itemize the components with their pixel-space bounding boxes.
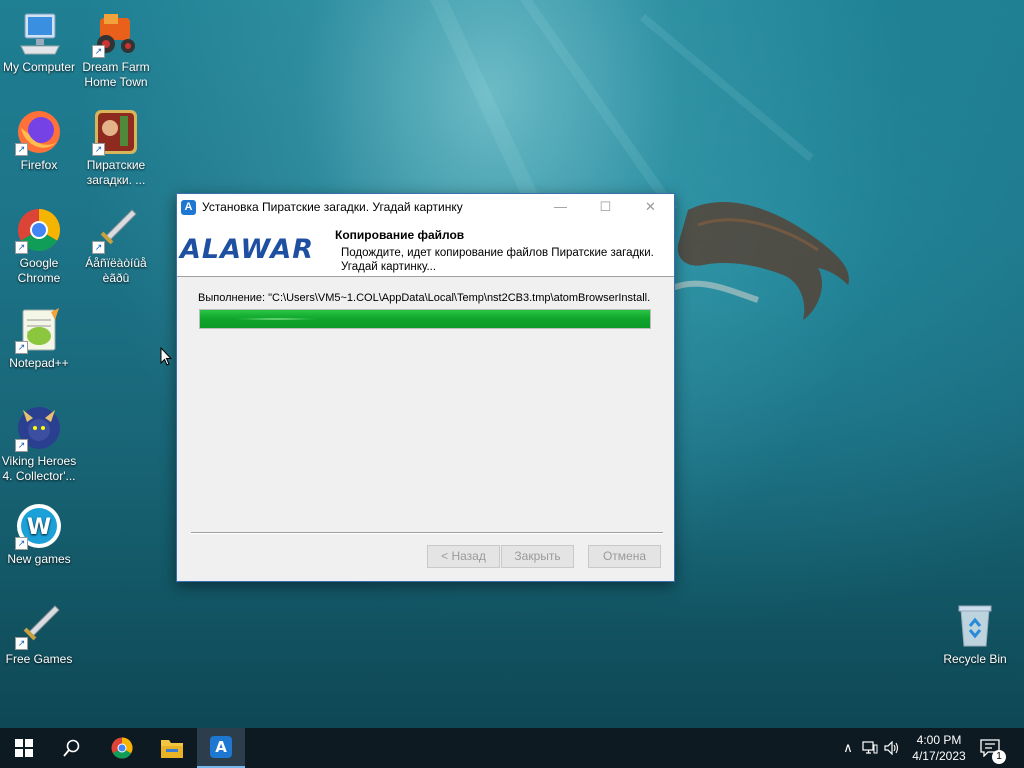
sword-icon: ↗ [92, 206, 140, 254]
taskbar: A ∧ 4:00 PM 4/17/2023 1 [0, 728, 1024, 768]
light-ray [640, 13, 814, 162]
recycle-bin-icon [951, 602, 999, 650]
shortcut-arrow-icon: ↗ [92, 143, 105, 156]
desktop-icon-label: Google Chrome [17, 256, 61, 285]
desktop-icon-label: New games [7, 552, 71, 566]
clock-time: 4:00 PM [916, 733, 962, 747]
clock[interactable]: 4:00 PM 4/17/2023 [906, 728, 972, 768]
installer-header: ALAWAR Копирование файлов Подождите, иде… [177, 220, 674, 277]
desktop-icon-my-computer[interactable]: My Computer [0, 10, 78, 75]
minimize-button[interactable]: — [538, 194, 583, 220]
desktop-icon-notepadpp[interactable]: ↗ Notepad++ [0, 306, 78, 371]
taskbar-file-explorer-button[interactable] [148, 728, 196, 768]
shortcut-arrow-icon: ↗ [15, 537, 28, 550]
window-title: Установка Пиратские загадки. Угадай карт… [202, 200, 463, 214]
search-button[interactable] [48, 728, 96, 768]
desktop-icon-label: Recycle Bin [943, 652, 1007, 666]
chrome-icon [111, 737, 133, 759]
cancel-button[interactable]: Отмена [588, 545, 661, 568]
file-explorer-icon [161, 740, 183, 758]
search-icon [63, 739, 80, 757]
shortcut-arrow-icon: ↗ [92, 241, 105, 254]
desktop-icon-label: Пиратские загадки. ... [86, 158, 146, 187]
taskbar-chrome-button[interactable] [98, 728, 146, 768]
step-title: Копирование файлов [335, 228, 465, 242]
progress-bar [199, 309, 651, 329]
desktop-icon-free-games-ru[interactable]: ↗ Áåñïëàòíûå èãðû [77, 206, 155, 286]
installer-window[interactable]: A Установка Пиратские загадки. Угадай ка… [176, 193, 675, 582]
game-tractor-icon: ↗ [92, 10, 140, 58]
notepadpp-icon: ↗ [15, 306, 63, 354]
game-pirate-icon: ↗ [92, 108, 140, 156]
status-text: Выполнение: "C:\Users\VM5~1.COL\AppData\… [198, 292, 650, 304]
shortcut-arrow-icon: ↗ [15, 439, 28, 452]
start-icon [15, 739, 33, 757]
desktop-icon-label: Dream Farm Home Town [82, 60, 150, 89]
desktop-icon-free-games[interactable]: ↗ Free Games [0, 602, 78, 667]
taskbar-installer-button[interactable]: A [197, 728, 245, 768]
desktop-icon-google-chrome[interactable]: ↗ Google Chrome [0, 206, 78, 286]
progress-fill [200, 310, 650, 328]
button-separator [191, 532, 663, 534]
wgames-icon: W ↗ [15, 502, 63, 550]
shortcut-arrow-icon: ↗ [15, 241, 28, 254]
back-button[interactable]: < Назад [427, 545, 500, 568]
alawar-installer-icon: A [210, 736, 232, 758]
notification-center-button[interactable]: 1 [980, 728, 1010, 768]
notification-count-badge: 1 [992, 750, 1006, 764]
desktop-icon-new-games[interactable]: W ↗ New games [0, 502, 78, 567]
window-titlebar[interactable]: A Установка Пиратские загадки. Угадай ка… [177, 194, 674, 220]
step-subtitle: Подождите, идет копирование файлов Пират… [341, 247, 654, 273]
desktop-icon-viking-heroes[interactable]: ↗ Viking Heroes 4. Collector'... [0, 404, 78, 484]
shortcut-arrow-icon: ↗ [15, 143, 28, 156]
shortcut-arrow-icon: ↗ [92, 45, 105, 58]
desktop-icon-pirate-puzzles[interactable]: ↗ Пиратские загадки. ... [77, 108, 155, 188]
desktop-icon-label: Viking Heroes 4. Collector'... [1, 454, 77, 483]
desktop-icon-label: Áåñïëàòíûå èãðû [85, 256, 147, 285]
alawar-app-icon: A [181, 199, 196, 215]
desktop-icon-recycle-bin[interactable]: Recycle Bin [936, 602, 1014, 667]
desktop-icon-label: Notepad++ [9, 356, 69, 370]
sword-icon: ↗ [15, 602, 63, 650]
installer-body: Выполнение: "C:\Users\VM5~1.COL\AppData\… [177, 277, 674, 568]
mouse-cursor-icon [160, 347, 172, 366]
mermaid-wallpaper-figure [668, 201, 849, 320]
start-button[interactable] [0, 728, 48, 768]
svg-text:W: W [27, 515, 51, 540]
desktop-icon-label: Free Games [5, 652, 73, 666]
alawar-logo: ALAWAR [180, 234, 315, 265]
game-viking-icon: ↗ [15, 404, 63, 452]
chrome-icon: ↗ [15, 206, 63, 254]
desktop-icon-label: Firefox [20, 158, 58, 172]
shortcut-arrow-icon: ↗ [15, 637, 28, 650]
maximize-button[interactable]: ☐ [583, 194, 628, 220]
computer-icon [15, 10, 63, 58]
close-window-button[interactable]: ✕ [628, 194, 673, 220]
shortcut-arrow-icon: ↗ [15, 341, 28, 354]
volume-icon[interactable] [884, 728, 902, 768]
desktop-icon-firefox[interactable]: ↗ Firefox [0, 108, 78, 173]
clock-date: 4/17/2023 [912, 749, 966, 763]
desktop-icon-dream-farm[interactable]: ↗ Dream Farm Home Town [77, 10, 155, 90]
firefox-icon: ↗ [15, 108, 63, 156]
desktop-icon-label: My Computer [2, 60, 76, 74]
close-button[interactable]: Закрыть [501, 545, 574, 568]
tray-overflow-chevron-icon[interactable]: ∧ [838, 728, 858, 768]
network-icon[interactable] [862, 728, 880, 768]
